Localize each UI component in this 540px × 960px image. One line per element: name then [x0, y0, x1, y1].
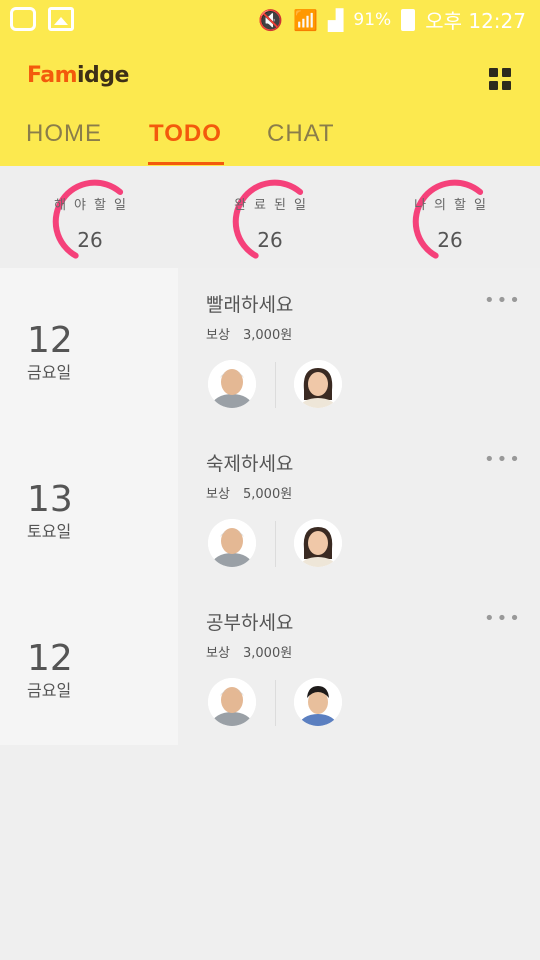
stat-value: 26 — [437, 228, 463, 252]
more-options-icon[interactable]: ••• — [484, 449, 522, 470]
avatar-divider — [275, 680, 276, 726]
weekday: 토요일 — [27, 522, 72, 541]
u-plus-icon — [10, 7, 36, 31]
tab-todo[interactable]: TODO — [149, 120, 222, 166]
weekday: 금요일 — [27, 363, 72, 382]
tab-home[interactable]: HOME — [26, 120, 102, 166]
grandfather-avatar[interactable] — [208, 678, 256, 726]
logo-idge: idge — [77, 63, 129, 88]
date-column: 12 금요일 — [0, 268, 178, 427]
tab-active-indicator — [148, 162, 224, 165]
todo-title: 공부하세요 — [206, 612, 294, 634]
woman-avatar[interactable] — [294, 360, 342, 408]
young-man-avatar[interactable] — [294, 678, 342, 726]
battery-icon — [401, 8, 416, 31]
reward-value: 3,000원 — [243, 646, 293, 661]
stat-mine[interactable]: 나의할일 26 — [360, 166, 540, 268]
stat-label: 나의할일 — [414, 198, 494, 213]
grid-menu-icon[interactable] — [489, 68, 511, 90]
tab-chat[interactable]: CHAT — [267, 120, 335, 166]
date-column: 12 금요일 — [0, 586, 178, 745]
clock: 오후 12:27 — [425, 9, 526, 33]
stat-label: 해야할일 — [54, 198, 134, 213]
stat-done[interactable]: 완료된일 26 — [180, 166, 360, 268]
reward-label: 보상 — [206, 487, 230, 502]
reward-label: 보상 — [206, 646, 230, 661]
grandfather-avatar[interactable] — [208, 360, 256, 408]
avatar-divider — [275, 521, 276, 567]
todo-item[interactable]: 12 금요일 공부하세요 보상 3,000원 ••• — [0, 586, 540, 745]
grandfather-avatar[interactable] — [208, 519, 256, 567]
tab-bar: HOME TODO CHAT — [0, 120, 540, 166]
day-number: 12 — [27, 320, 73, 361]
status-bar: 🔇 📶 ▟ 91% 오후 12:27 — [0, 0, 540, 38]
avatar-divider — [275, 362, 276, 408]
app-header: Famidge HOME TODO CHAT — [0, 38, 540, 166]
reward-value: 5,000원 — [243, 487, 293, 502]
todo-item[interactable]: 12 금요일 빨래하세요 보상 3,000원 ••• — [0, 268, 540, 427]
logo-fam: Fam — [27, 63, 78, 88]
day-number: 12 — [27, 638, 73, 679]
status-right: 🔇 📶 ▟ 91% 오후 12:27 — [258, 5, 526, 34]
todo-title: 숙제하세요 — [206, 453, 294, 475]
gallery-icon — [48, 7, 74, 31]
todo-item[interactable]: 13 토요일 숙제하세요 보상 5,000원 ••• — [0, 427, 540, 586]
reward-label: 보상 — [206, 328, 230, 343]
signal-icon: ▟ — [328, 7, 344, 32]
app-logo: Famidge — [27, 63, 129, 88]
stat-value: 26 — [77, 228, 103, 252]
stat-label: 완료된일 — [234, 198, 314, 213]
woman-avatar[interactable] — [294, 519, 342, 567]
stat-todo[interactable]: 해야할일 26 — [0, 166, 180, 268]
mute-icon: 🔇 — [258, 7, 284, 32]
reward-value: 3,000원 — [243, 328, 293, 343]
battery-percent: 91% — [353, 9, 392, 30]
more-options-icon[interactable]: ••• — [484, 608, 522, 629]
day-number: 13 — [27, 479, 73, 520]
stats-row: 해야할일 26 완료된일 26 나의할일 26 — [0, 166, 540, 268]
stat-value: 26 — [257, 228, 283, 252]
status-left-icons — [10, 7, 74, 31]
wifi-icon: 📶 — [293, 7, 319, 32]
date-column: 13 토요일 — [0, 427, 178, 586]
weekday: 금요일 — [27, 681, 72, 700]
more-options-icon[interactable]: ••• — [484, 290, 522, 311]
todo-title: 빨래하세요 — [206, 294, 294, 316]
